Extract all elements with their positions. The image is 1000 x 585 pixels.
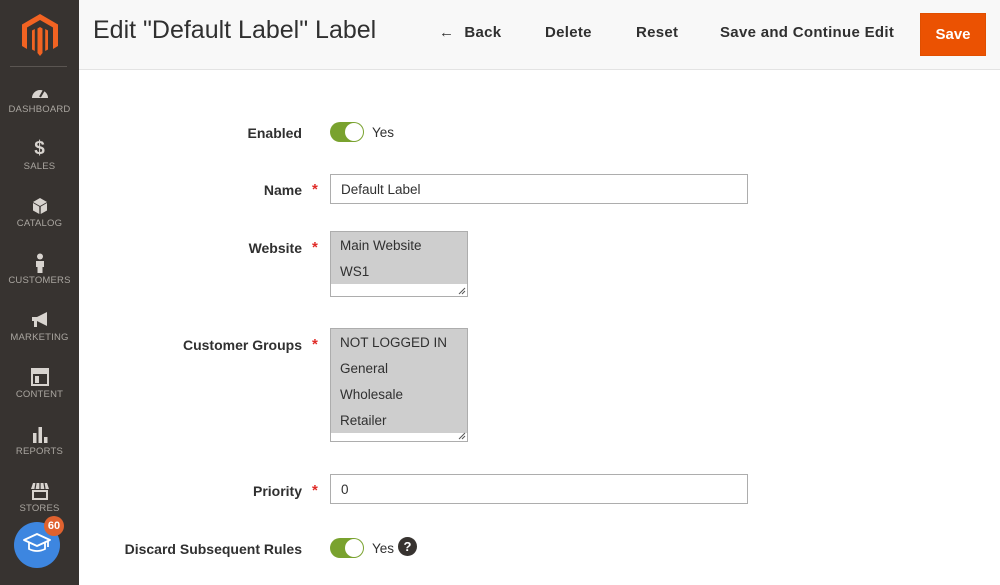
- enabled-value: Yes: [372, 125, 395, 140]
- dashboard-icon: [30, 82, 50, 102]
- website-label: Website: [248, 240, 302, 256]
- help-icon[interactable]: ?: [398, 537, 417, 556]
- sidebar-item-customers[interactable]: CUSTOMERS: [0, 253, 79, 310]
- storefront-icon: [30, 481, 50, 501]
- sidebar-item-label: DASHBOARD: [8, 104, 71, 115]
- save-and-continue-button[interactable]: Save and Continue Edit: [720, 24, 894, 41]
- customer-groups-label: Customer Groups: [182, 337, 302, 353]
- sidebar-item-label: SALES: [23, 161, 56, 172]
- back-label: Back: [464, 24, 502, 41]
- admin-sidebar: DASHBOARD $ SALES CATALOG CUSTOMERS MARK…: [0, 0, 79, 585]
- website-option[interactable]: WS1: [331, 258, 467, 284]
- person-icon: [30, 253, 50, 273]
- page-header: Edit "Default Label" Label ← Back Delete…: [79, 0, 1000, 70]
- sidebar-item-label: STORES: [19, 503, 60, 514]
- customer-group-option[interactable]: NOT LOGGED IN: [331, 329, 467, 355]
- customer-group-option[interactable]: Retailer: [331, 407, 467, 433]
- graduation-cap-icon: [23, 532, 51, 559]
- discard-rules-value: Yes: [372, 541, 395, 556]
- sidebar-item-label: CATALOG: [16, 218, 63, 229]
- sidebar-item-catalog[interactable]: CATALOG: [0, 196, 79, 253]
- cube-icon: [30, 196, 50, 216]
- sidebar-item-dashboard[interactable]: DASHBOARD: [0, 82, 79, 139]
- website-option[interactable]: Main Website: [331, 232, 467, 258]
- website-multiselect[interactable]: Main Website WS1: [330, 231, 468, 297]
- sidebar-item-sales[interactable]: $ SALES: [0, 139, 79, 196]
- enabled-label: Enabled: [247, 125, 302, 141]
- customer-groups-multiselect[interactable]: NOT LOGGED IN General Wholesale Retailer: [330, 328, 468, 442]
- sidebar-divider: [10, 66, 67, 67]
- toggle-knob: [345, 539, 363, 557]
- megaphone-icon: [30, 310, 50, 330]
- required-marker: *: [312, 482, 318, 499]
- back-button[interactable]: ← Back: [439, 24, 501, 41]
- sidebar-item-label: MARKETING: [10, 332, 69, 343]
- notification-badge: 60: [44, 516, 64, 536]
- enabled-toggle[interactable]: [330, 122, 364, 142]
- priority-label: Priority: [252, 483, 302, 499]
- resize-grip-icon[interactable]: [458, 287, 466, 295]
- sidebar-item-reports[interactable]: REPORTS: [0, 424, 79, 481]
- discard-rules-label: Discard Subsequent Rules: [124, 541, 302, 557]
- bar-chart-icon: [30, 424, 50, 444]
- toggle-knob: [345, 123, 363, 141]
- arrow-left-icon: ←: [439, 24, 455, 41]
- required-marker: *: [312, 181, 318, 198]
- delete-button[interactable]: Delete: [545, 24, 592, 41]
- page-title: Edit "Default Label" Label: [93, 16, 377, 44]
- discard-rules-toggle[interactable]: [330, 538, 364, 558]
- sidebar-item-label: CUSTOMERS: [8, 275, 71, 286]
- required-marker: *: [312, 239, 318, 256]
- dollar-icon: $: [34, 138, 45, 159]
- reset-button[interactable]: Reset: [636, 24, 678, 41]
- name-label: Name: [263, 182, 302, 198]
- resize-grip-icon[interactable]: [458, 432, 466, 440]
- sidebar-item-marketing[interactable]: MARKETING: [0, 310, 79, 367]
- sidebar-item-label: REPORTS: [15, 446, 64, 457]
- priority-input[interactable]: 0: [330, 474, 748, 504]
- sidebar-item-content[interactable]: CONTENT: [0, 367, 79, 424]
- sidebar-item-label: CONTENT: [15, 389, 64, 400]
- magento-logo[interactable]: [20, 12, 60, 58]
- layout-icon: [30, 367, 50, 387]
- customer-group-option[interactable]: General: [331, 355, 467, 381]
- save-button[interactable]: Save: [920, 13, 986, 56]
- required-marker: *: [312, 336, 318, 353]
- customer-group-option[interactable]: Wholesale: [331, 381, 467, 407]
- name-input[interactable]: Default Label: [330, 174, 748, 204]
